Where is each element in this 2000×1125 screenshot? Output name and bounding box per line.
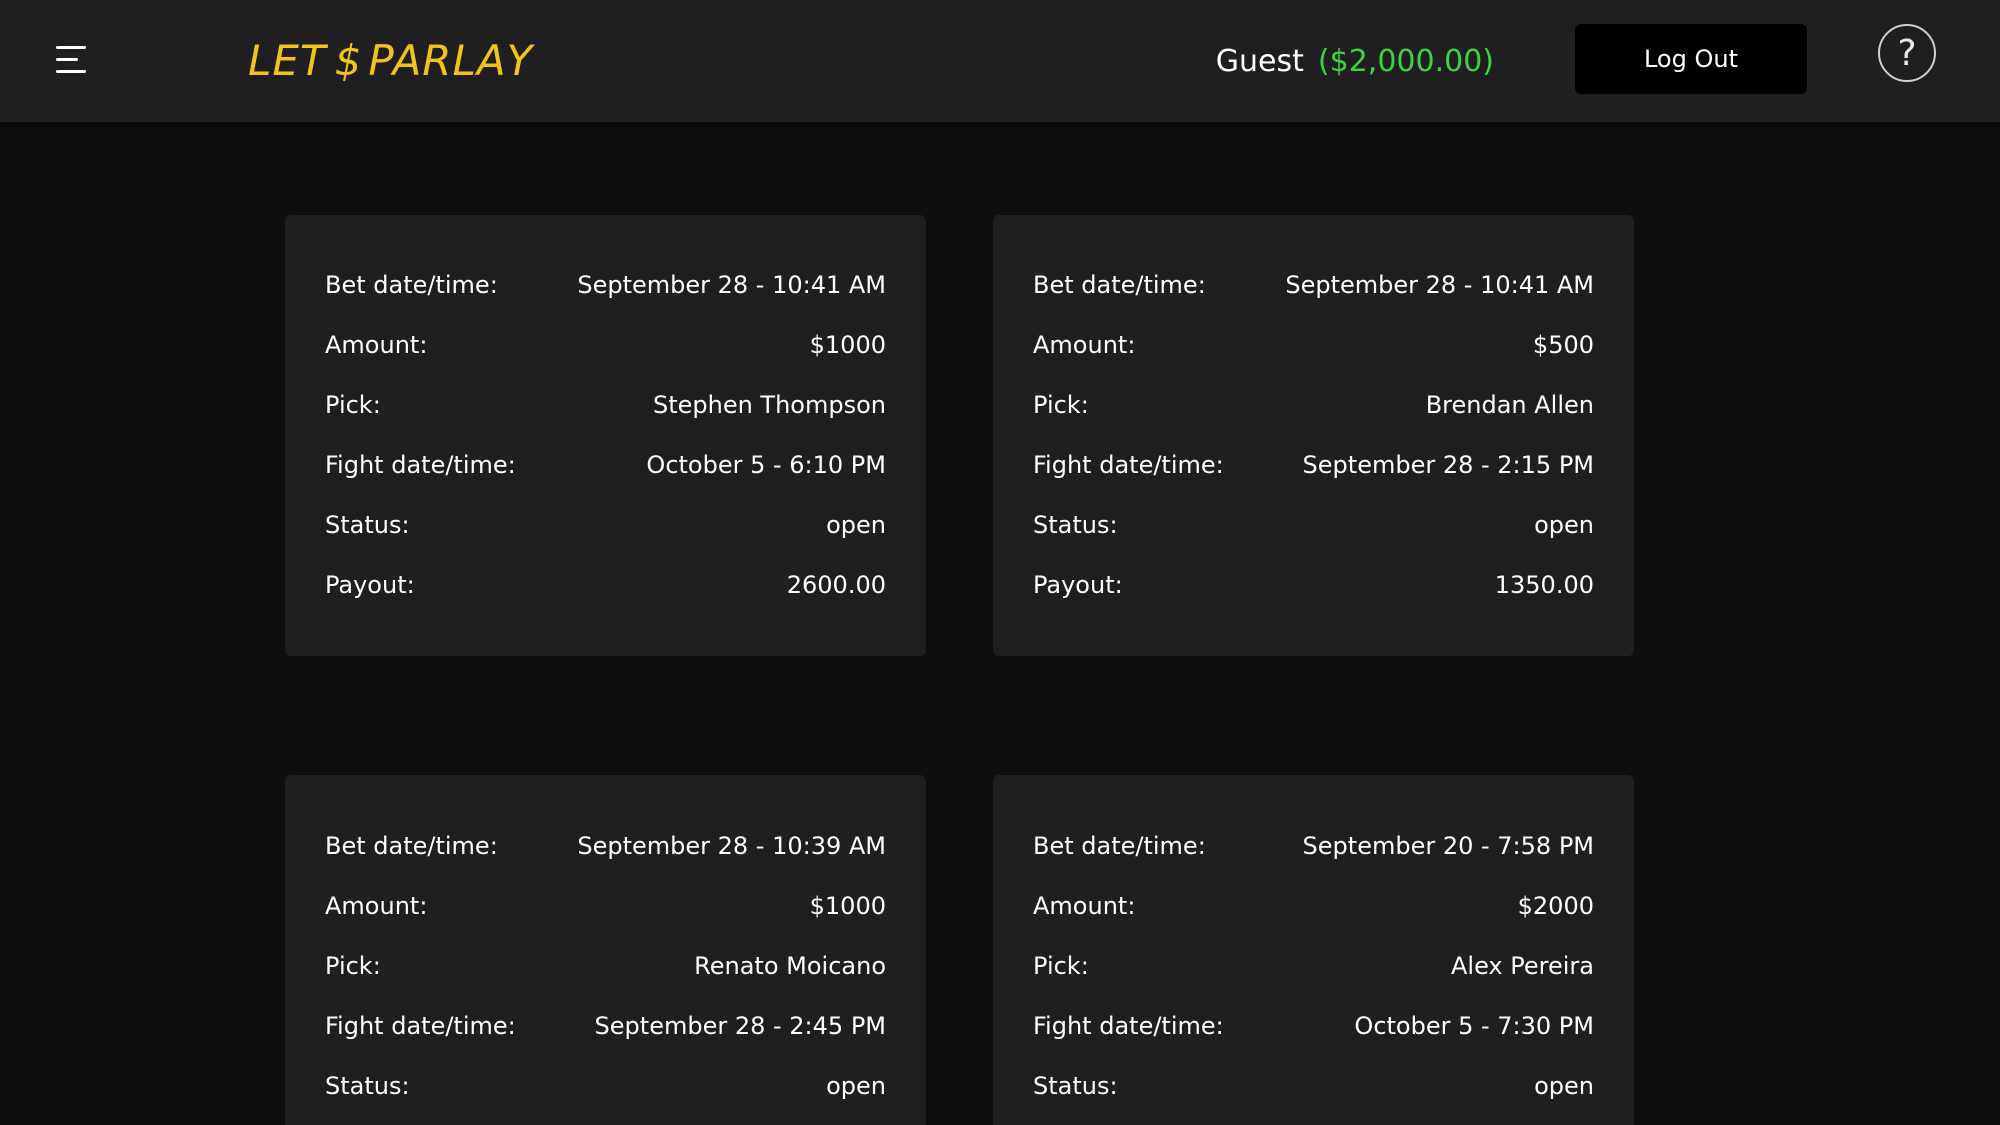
user-name: Guest	[1215, 43, 1304, 79]
logo-dollar-sign: $	[334, 35, 363, 85]
label: Amount:	[1033, 892, 1136, 920]
label: Fight date/time:	[325, 451, 516, 479]
bet-row-bet-datetime: Bet date/time: September 28 - 10:41 AM	[1033, 265, 1594, 305]
bet-card: Bet date/time: September 28 - 10:41 AM A…	[285, 215, 926, 656]
label: Amount:	[1033, 331, 1136, 359]
logo-text-left: LET	[248, 35, 327, 85]
bet-row-amount: Amount: $1000	[325, 325, 886, 365]
bet-card: Bet date/time: September 28 - 10:39 AM A…	[285, 775, 926, 1125]
bet-row-bet-datetime: Bet date/time: September 28 - 10:39 AM	[325, 826, 886, 866]
bet-row-bet-datetime: Bet date/time: September 20 - 7:58 PM	[1033, 826, 1594, 866]
label: Fight date/time:	[1033, 451, 1224, 479]
value: $500	[1532, 331, 1594, 359]
bet-row-status: Status: open	[325, 1066, 886, 1106]
bet-row-pick: Pick: Renato Moicano	[325, 946, 886, 986]
bet-row-amount: Amount: $2000	[1033, 886, 1594, 926]
value: September 28 - 10:41 AM	[577, 271, 886, 299]
value: September 28 - 10:41 AM	[1285, 271, 1594, 299]
label: Pick:	[1033, 391, 1089, 419]
value: open	[826, 1072, 886, 1100]
bet-row-status: Status: open	[325, 505, 886, 545]
bet-row-fight-datetime: Fight date/time: October 5 - 7:30 PM	[1033, 1006, 1594, 1046]
user-info: Guest ($2,000.00)	[1216, 36, 1494, 86]
value: 1350.00	[1494, 571, 1594, 599]
value: open	[826, 511, 886, 539]
bet-row-amount: Amount: $1000	[325, 886, 886, 926]
label: Payout:	[325, 571, 415, 599]
label: Bet date/time:	[325, 271, 498, 299]
logout-button[interactable]: Log Out	[1575, 24, 1807, 94]
bet-row-fight-datetime: Fight date/time: September 28 - 2:15 PM	[1033, 445, 1594, 485]
help-icon[interactable]: ?	[1878, 24, 1936, 82]
label: Amount:	[325, 892, 428, 920]
bet-card: Bet date/time: September 20 - 7:58 PM Am…	[993, 775, 1634, 1125]
bet-row-amount: Amount: $500	[1033, 325, 1594, 365]
value: September 20 - 7:58 PM	[1302, 832, 1594, 860]
logo-text-right: PARLAY	[368, 35, 534, 85]
bet-row-pick: Pick: Stephen Thompson	[325, 385, 886, 425]
label: Amount:	[325, 331, 428, 359]
bet-row-pick: Pick: Brendan Allen	[1033, 385, 1594, 425]
value: October 5 - 7:30 PM	[1354, 1012, 1594, 1040]
label: Bet date/time:	[325, 832, 498, 860]
label: Bet date/time:	[1033, 832, 1206, 860]
bet-row-status: Status: open	[1033, 505, 1594, 545]
hamburger-menu-icon[interactable]	[52, 42, 92, 78]
top-bar: LET $ PARLAY Guest ($2,000.00) Log Out ?	[0, 0, 2000, 122]
label: Pick:	[325, 391, 381, 419]
bet-row-fight-datetime: Fight date/time: October 5 - 6:10 PM	[325, 445, 886, 485]
bet-row-fight-datetime: Fight date/time: September 28 - 2:45 PM	[325, 1006, 886, 1046]
label: Pick:	[1033, 952, 1089, 980]
value: open	[1534, 511, 1594, 539]
label: Status:	[1033, 1072, 1118, 1100]
value: $1000	[809, 892, 886, 920]
value: September 28 - 2:45 PM	[594, 1012, 886, 1040]
value: Stephen Thompson	[652, 391, 886, 419]
bet-row-bet-datetime: Bet date/time: September 28 - 10:41 AM	[325, 265, 886, 305]
bet-row-payout: Payout: 2600.00	[325, 565, 886, 605]
label: Pick:	[325, 952, 381, 980]
value: 2600.00	[786, 571, 886, 599]
label: Status:	[325, 511, 410, 539]
value: $1000	[809, 331, 886, 359]
value: Brendan Allen	[1425, 391, 1594, 419]
value: $2000	[1517, 892, 1594, 920]
label: Status:	[1033, 511, 1118, 539]
bet-row-payout: Payout: 1350.00	[1033, 565, 1594, 605]
value: Alex Pereira	[1451, 952, 1594, 980]
value: September 28 - 10:39 AM	[577, 832, 886, 860]
bet-card: Bet date/time: September 28 - 10:41 AM A…	[993, 215, 1634, 656]
logo[interactable]: LET $ PARLAY	[248, 30, 533, 90]
label: Fight date/time:	[1033, 1012, 1224, 1040]
value: September 28 - 2:15 PM	[1302, 451, 1594, 479]
value: October 5 - 6:10 PM	[646, 451, 886, 479]
bet-row-pick: Pick: Alex Pereira	[1033, 946, 1594, 986]
label: Bet date/time:	[1033, 271, 1206, 299]
bet-row-status: Status: open	[1033, 1066, 1594, 1106]
account-balance: ($2,000.00)	[1317, 43, 1494, 79]
value: Renato Moicano	[694, 952, 886, 980]
value: open	[1534, 1072, 1594, 1100]
label: Status:	[325, 1072, 410, 1100]
label: Fight date/time:	[325, 1012, 516, 1040]
label: Payout:	[1033, 571, 1123, 599]
help-symbol: ?	[1897, 32, 1917, 74]
